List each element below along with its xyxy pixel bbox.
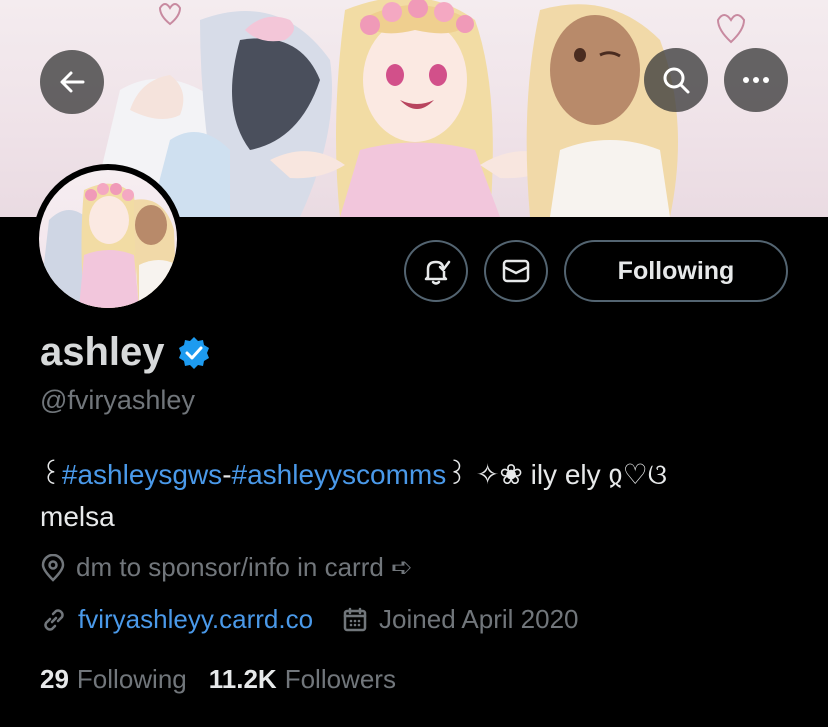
display-name-row: ashley (40, 330, 211, 375)
message-button[interactable] (484, 240, 548, 302)
notifications-button[interactable] (404, 240, 468, 302)
website-joined-row: fviryashleyy.carrd.co Joined April 2020 (40, 604, 579, 635)
following-button[interactable]: Following (564, 240, 788, 302)
website-link[interactable]: fviryashleyy.carrd.co (78, 604, 313, 635)
following-count: 29 (40, 664, 69, 694)
display-name: ashley (40, 330, 165, 374)
bio-dash: - (222, 459, 232, 490)
mail-icon (502, 259, 530, 283)
hashtag-ashleyyscomms[interactable]: #ashleyyscomms (232, 459, 447, 490)
followers-count: 11.2K (208, 664, 277, 694)
followers-stat[interactable]: 11.2K Followers (209, 664, 396, 695)
followers-label: Followers (284, 664, 396, 694)
location-row: dm to sponsor/info in carrd ➪ (40, 552, 413, 583)
bio-line-2: melsa (40, 501, 115, 532)
back-arrow-icon (60, 71, 85, 93)
location-pin-icon (41, 553, 65, 582)
more-icon (743, 77, 769, 83)
following-label: Following (76, 664, 187, 694)
search-icon (663, 67, 690, 94)
back-button[interactable] (40, 50, 104, 114)
location-text: dm to sponsor/info in carrd ➪ (76, 552, 413, 582)
avatar[interactable] (33, 164, 183, 314)
notification-bell-icon (424, 260, 451, 285)
avatar-image (39, 183, 177, 308)
search-button[interactable] (644, 48, 708, 112)
calendar-icon (343, 607, 367, 631)
bio-bracket-open: ꒰ (40, 459, 62, 490)
more-options-button[interactable] (724, 48, 788, 112)
verified-badge-icon[interactable] (177, 336, 211, 370)
bio: ꒰#ashleysgws-#ashleyyscomms꒱ ✧❀ ily ely … (40, 454, 800, 538)
handle: @fviryashley (40, 385, 195, 415)
follow-stats: 29 Following 11.2K Followers (40, 664, 418, 695)
joined-date: Joined April 2020 (379, 604, 579, 634)
link-icon (44, 608, 64, 631)
hashtag-ashleysgws[interactable]: #ashleysgws (62, 459, 222, 490)
bio-text: ꒱ ✧❀ ily ely ჲ♡ଓ (446, 459, 668, 490)
following-stat[interactable]: 29 Following (40, 664, 187, 695)
